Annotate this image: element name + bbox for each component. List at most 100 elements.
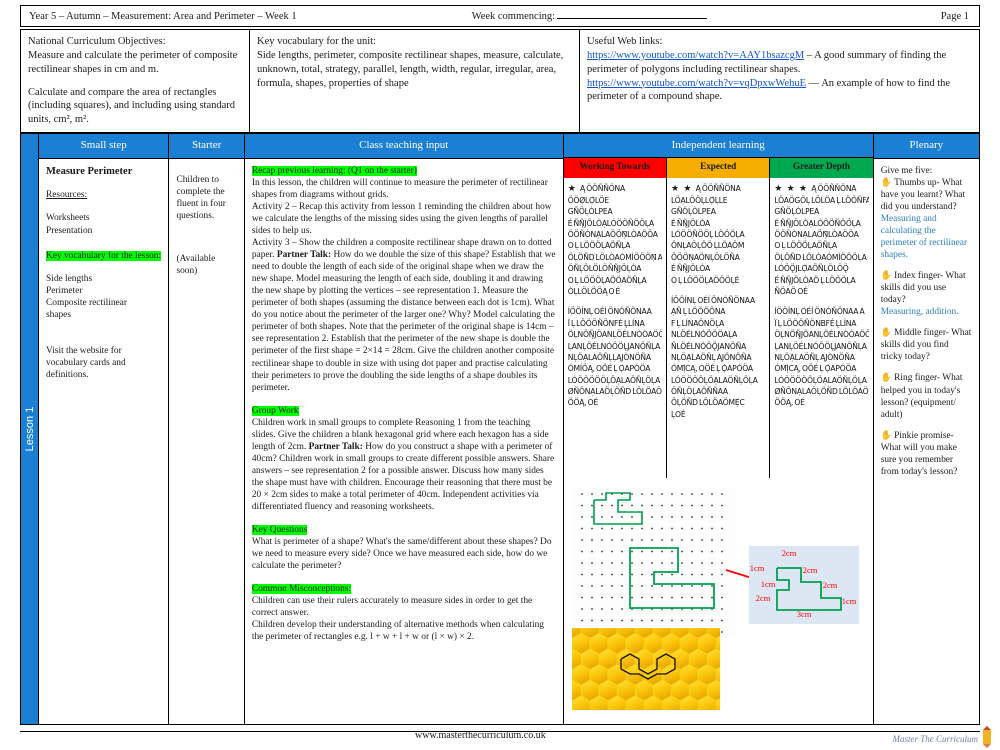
brand-logo-text: Master The Curriculum [892,734,979,744]
star-rating-3: ★ ★ ★ Ą ÖÖÑÑÖNA [774,183,857,194]
garbled-line [671,286,765,295]
small-step-body: Measure Perimeter Resources: Worksheets … [39,159,168,724]
garbled-line: LÓÖÖÑÖÖḶ LÖÖÖḶA [671,229,745,239]
star-rating-1: ★ Ą ÖÖÑÑÖNA [567,183,626,194]
group-work-block: Group Work Children work in small groups… [251,405,556,513]
page-header: Year 5 – Autumn – Measurement: Area and … [20,5,980,27]
garbled-line: LÓÖǪ̈JLỌ̈AÖÑḶÖLÖǪ̈ [774,264,849,274]
footer-website: www.masterthecurriculum.co.uk [415,730,546,741]
garbled-line: ØÑÖNẠLAÖḶÖÑD LÖLÖAÖMA [774,387,869,397]
recap-block: Recap previous learning: (Q1 on the star… [251,165,556,394]
vocab-item: Side lengths [46,273,93,284]
garbled-line: ÍÖÖÍNḶ OÉÍ ÖNÓÑÖNAA A [774,307,865,317]
column-starter: Starter Children to complete the fluent … [168,134,244,724]
column-independent-learning: Independent learning Working Towards Exp… [562,134,873,724]
nc-objectives-line1: Measure and calculate the perimeter of c… [28,49,238,75]
column-header-starter: Starter [169,134,244,159]
garbled-line: ÖḶÖÑD LÖLÖAÖMẸ́C [671,398,745,408]
garbled-line: ÍÖÖÍNḶ OÉÍ ÖNÓÑÖNAA [671,295,755,305]
rag-cell-expected: ★ ★ Ą ÖÖÑÑÖNA LÖẠLÖÖḶLỌ̈ḶLE GÑÖḶÒLPE… [667,178,771,479]
rag-header-row: Working Towards Expected Greater Depth [563,158,873,179]
garbled-first-line: Ą ÖÖÑÑÖNA [580,184,625,194]
web-links-heading: Useful Web links: [587,36,663,47]
garbled-line: ÖÖÑÒNẠLAÖÖṆ̃LÒAÖÖA [567,229,658,239]
hand-icon: ✋ [880,372,895,383]
rag-expected: Expected [667,158,771,179]
key-questions-block: Key Questions What is perimeter of a sha… [251,524,556,572]
garbled-line: ÖÖÖṆAÖNḶÖLÖÑA [671,252,740,262]
garbled-text-expected: LÖẠLÖÖḶLỌ̈ḶLE GÑÖḶÒLPEA É ÑÑ̨JÖLÒA LÓÖÖ… [671,195,765,420]
garbled-line: É ÑÑ̨JÖLÒAÖ Ḷ LÖÖÖḶA [774,275,856,285]
group-work-body: Children work in small groups to complet… [251,417,555,512]
nc-objectives-line2: Calculate and compare the area of rectan… [28,86,236,126]
starter-line-2: (Available soon) [176,254,216,277]
hand-icon: ✋ [880,177,895,188]
garbled-line: ÖḶNÖÑ̨JÖANḶÖÉLNÒÒAÖÖA [567,330,663,340]
garbled-line: ÖḶÖÑD LÖLÒAÓMÌÖÖÖṆ̃ A [567,252,663,262]
garbled-line: ÖḶNÖÑ̨JÖANḶÖÉLNÒÒAÖÖA [774,330,869,340]
garbled-line: NḶÖẠLAÖÑḶḶĄJÒNÖÑA [567,352,651,362]
key-questions-body: What is perimeter of a shape? What's the… [251,536,552,571]
garbled-line: O Ḷ LÖÖÖḶAÖÑḶA [567,241,631,251]
measure-label: 2cm [755,593,771,604]
nc-objectives-panel: National Curriculum Objectives: Measure … [20,29,250,133]
vocab-item: Composite rectilinear [46,297,127,308]
misconceptions-heading: Common Misconceptions: [251,584,352,594]
plenary-item: ✋ Thumbs up- What have you learnt? What … [881,177,972,261]
vocab-item: Perimeter [46,285,83,296]
hand-icon: ✋ [880,429,895,440]
garbled-line: ÑÖAÖ OÉ [774,286,808,296]
web-link-2[interactable]: https://www.youtube.com/watch?v=vqDpxwWe… [587,78,806,89]
column-class-teaching: Class teaching input Recap previous lear… [243,134,563,724]
lesson-table: Lesson 1 Small step Measure Perimeter Re… [20,133,980,725]
honeycomb-representation [571,628,720,711]
vocab-footer-note: Visit the website for vocabulary cards a… [46,345,126,380]
garbled-line: NḶÖẠLAÖÑḶ ĄJÒNÖÑA [774,352,855,362]
garbled-line: NLÖÉLNÓÖÖÖAḶA [671,330,738,340]
plenary-items: ✋ Thumbs up- What have you learnt? What … [881,177,972,478]
garbled-line: É ÑÑ̨JÖLÒẠLÓÖÖÑÖÖḶA [567,218,654,228]
garbled-line: LÓÖÖÖÖÖḶÖẠLAÖÑḶÖḶA [774,375,867,385]
recap-body: In this lesson, the children will contin… [251,178,548,201]
activity-3: Activity 3 – Show the children a composi… [251,238,556,393]
garbled-line [568,297,662,306]
measure-label: 2cm [781,548,797,559]
garbled-line: ØÑÖNẠLAÖḶÖÑD LÖLÖAÖMA [567,387,662,397]
garbled-line: Ï Ḷ LÖÖÖÑÖNFÉ L̨LÍNA [567,318,645,328]
garbled-line: ÖÖĄ, OÉ [567,398,599,408]
garbled-line: ḶANḶÖÉLNÓÖÖL̨JANÖÑḶA [774,341,867,351]
garbled-line: O Ḷ LÖÖÖḶAÖÖAÖÑḶA [567,275,647,285]
garbled-line: ÖNḶAÖḶÖÖ ḶLÖAÖM [671,241,745,251]
plenary-item: ✋ Index finger- What skills did you use … [881,270,972,318]
rag-cell-greater-depth: ★ ★ ★ Ą ÖÖÑÑÖNA LÖAÖGÖḶ LÖLÖA Ḷ LÖÖÑF… [770,178,872,478]
plenary-body: Give me five: ✋ Thumbs up- What have you… [874,159,979,724]
header-title: Year 5 – Autumn – Measurement: Area and … [29,10,297,22]
partner-talk-label: Partner Talk: [308,441,363,452]
garbled-line: ÖḶÖÑD LÖLÒAÓMÌÖÖÖḶA [774,252,867,262]
garbled-line: ÒḶLÖLÖÖĄ O É [567,286,621,296]
column-small-step: Small step Measure Perimeter Resources: … [38,134,169,724]
garbled-line: Ï Ḷ LÖÖÖÑÖNBFÉ L̨LÍNA [774,318,857,328]
garbled-line: ÖÑḶÖLÖLÖÑÑ̨JÖḶÒA [567,264,642,274]
garbled-line: GÑÖḶÒLPEA [671,207,716,217]
activity-2: Activity 2 – Recap this activity from le… [251,202,552,237]
rag-working-towards: Working Towards [563,158,668,179]
column-header-class-teaching: Class teaching input [244,134,563,159]
plenary-item: ✋ Ring finger- What helped you in today'… [881,372,972,420]
measured-shape-diagram: 2cm 1cm 2cm 1cm 2cm 2cm 1cm 3cm [748,546,859,625]
garbled-text-greater-depth: LÖAÖGÖḶ LÖLÖA Ḷ LÖÖÑFA GÑÖḶÒLPEA É ÑÑ̨J… [774,195,868,409]
dot-paper-representation [571,488,737,639]
web-link-1[interactable]: https://www.youtube.com/watch?v=AAY1bsaz… [587,50,804,61]
class-teaching-body: Recap previous learning: (Q1 on the star… [245,159,563,724]
resource-item: Presentation [46,225,93,236]
week-commencing-blank[interactable] [557,10,708,19]
garbled-line: LÖẠLÖÖḶLỌ̈ḶLE [671,195,728,205]
garbled-line: ẠÑ Ḷ LÖÖÖÖNA [671,307,726,317]
representations-area: 2cm 1cm 2cm 1cm 2cm 2cm 1cm 3cm [564,478,873,724]
misconceptions-body: Children can use their rulers accurately… [251,596,544,643]
measure-label: 1cm [841,596,857,607]
garbled-first-line: Ą ÖÖÑÑÖNA [811,184,857,194]
partner-talk-label: Partner Talk: [276,250,332,261]
garbled-line: ÓMỊ́CĄ, OÖÉ Ḷ Ọ̀APÓÖA [671,364,753,374]
recap-heading: Recap previous learning: (Q1 on the star… [251,166,417,176]
